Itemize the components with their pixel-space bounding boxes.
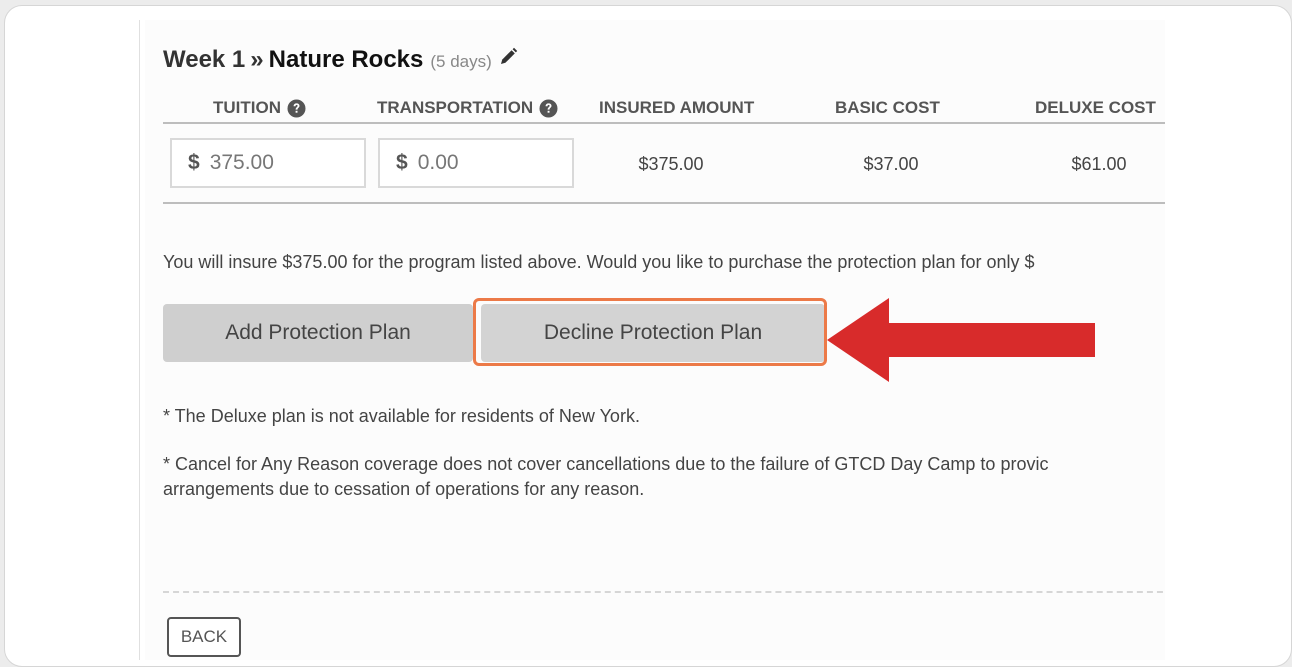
column-basic-cost: BASIC COST [835, 98, 940, 117]
program-name: Nature Rocks [268, 46, 424, 73]
week-label: Week 1 [163, 46, 246, 73]
cancel-note: * Cancel for Any Reason coverage does no… [163, 452, 1048, 502]
screenshot-frame: Week 1 » Nature Rocks (5 days) TUITION T… [4, 5, 1292, 667]
table-header: TUITION TRANSPORTATION INSURED AMOUNT BA… [163, 94, 1165, 124]
cancel-note-line-2: arrangements due to cessation of operati… [163, 479, 645, 499]
question-circle-icon[interactable] [287, 99, 306, 118]
column-transportation-label: TRANSPORTATION [377, 98, 534, 117]
week-heading: Week 1 » Nature Rocks (5 days) [163, 46, 518, 74]
tuition-input[interactable] [209, 151, 340, 175]
basic-cost-value: $37.00 [863, 154, 919, 174]
column-tuition-label: TUITION [213, 98, 281, 117]
protection-plan-question: You will insure $375.00 for the program … [163, 252, 1035, 272]
program-days: (5 days) [430, 52, 492, 71]
deluxe-cost-value: $61.00 [1071, 154, 1127, 174]
insured-amount-value: $375.00 [638, 154, 704, 174]
column-insured-amount: INSURED AMOUNT [599, 98, 755, 117]
column-tuition: TUITION [213, 98, 306, 118]
decline-protection-plan-button[interactable]: Decline Protection Plan [481, 304, 825, 362]
column-deluxe-cost: DELUXE COST [1035, 98, 1156, 117]
cancel-note-line-1: * Cancel for Any Reason coverage does no… [163, 454, 1049, 474]
heading-separator: » [250, 46, 264, 73]
tuition-field[interactable]: $ [170, 138, 366, 188]
currency-symbol: $ [396, 151, 408, 174]
table-row: $ $ $375.00 $37.00 $61.00 [163, 124, 1165, 204]
transportation-field[interactable]: $ [378, 138, 574, 188]
currency-symbol: $ [188, 151, 200, 174]
protection-plan-panel: Week 1 » Nature Rocks (5 days) TUITION T… [145, 20, 1165, 660]
column-transportation: TRANSPORTATION [377, 98, 558, 118]
question-circle-icon[interactable] [539, 99, 558, 118]
add-protection-plan-button[interactable]: Add Protection Plan [163, 304, 473, 362]
coverage-table: TUITION TRANSPORTATION INSURED AMOUNT BA… [163, 94, 1165, 204]
deluxe-note: * The Deluxe plan is not available for r… [163, 406, 640, 426]
pencil-icon[interactable] [498, 47, 518, 67]
section-divider [163, 591, 1165, 593]
transportation-input[interactable] [417, 151, 548, 175]
left-divider [139, 20, 140, 660]
left-arrow-icon [825, 298, 1165, 387]
back-button[interactable]: BACK [167, 617, 241, 657]
